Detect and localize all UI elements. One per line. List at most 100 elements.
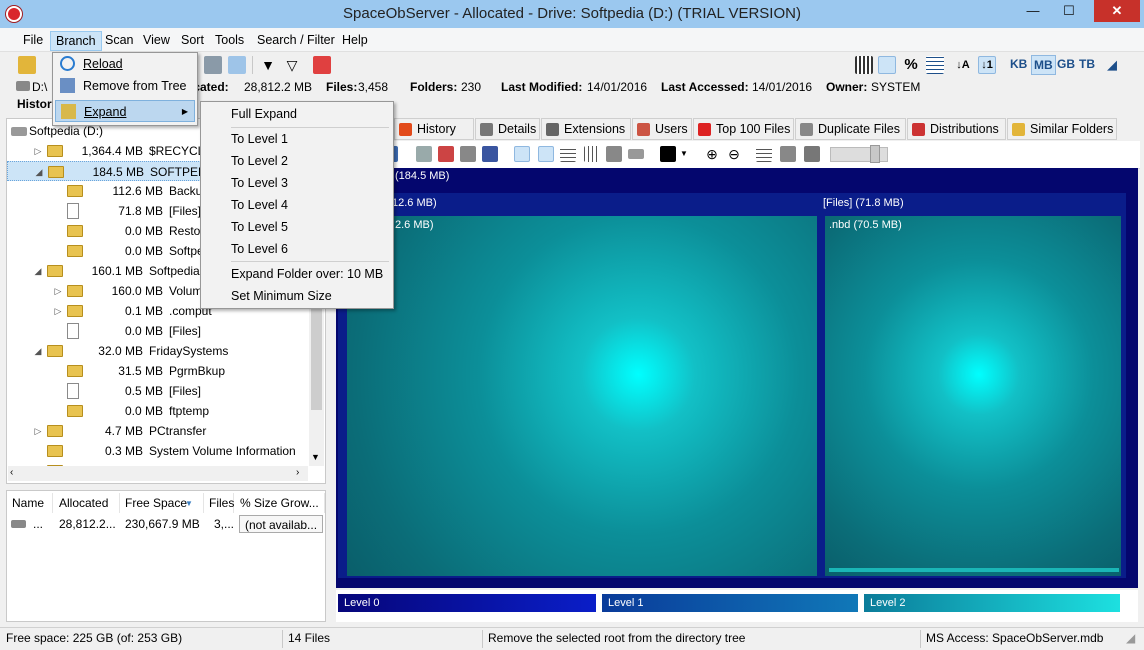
menu-help[interactable]: Help (337, 31, 373, 51)
print-map-icon[interactable] (460, 146, 476, 162)
menu-sort[interactable]: Sort (176, 31, 209, 51)
depth-slider-thumb[interactable] (870, 145, 880, 163)
tab-top-100-files[interactable]: Top 100 Files (693, 118, 794, 140)
flat-icon[interactable] (628, 149, 644, 159)
expand-arrow-icon[interactable]: ▷ (53, 281, 63, 301)
maximize-button[interactable]: ☐ (1052, 0, 1086, 22)
color-dropdown-icon[interactable]: ▼ (680, 149, 688, 158)
scroll-down-icon[interactable]: ▼ (311, 452, 320, 462)
color-picker-icon[interactable] (660, 146, 676, 162)
drive-icon (11, 127, 27, 136)
tab-similar-folders[interactable]: Similar Folders (1007, 118, 1117, 140)
menu-search-filter[interactable]: Search / Filter (252, 31, 340, 51)
tab-history[interactable]: History (394, 118, 474, 140)
unit-gb-button[interactable]: GB (1055, 55, 1077, 75)
tree-horizontal-scrollbar[interactable] (8, 466, 308, 481)
menu-expand[interactable]: Expand ▶ (55, 100, 195, 122)
close-button[interactable]: ✕ (1094, 0, 1140, 22)
tree-row[interactable]: ▷ 4.7 MB PCtransfer (7, 421, 311, 441)
3d-icon[interactable] (514, 146, 530, 162)
status-separator (282, 630, 283, 648)
print-icon[interactable] (204, 56, 222, 74)
tree-row[interactable]: 0.5 MB [Files] (7, 381, 311, 401)
menu-level-5[interactable]: To Level 5 (203, 216, 391, 238)
tree-row[interactable]: 0.3 MB System Volume Information (7, 441, 311, 461)
block-icon[interactable] (606, 146, 622, 162)
sort-az-icon[interactable]: ↓A (954, 56, 972, 74)
zoom-out-icon[interactable]: ⊖ (726, 146, 742, 162)
email-icon[interactable] (438, 146, 454, 162)
scroll-left-icon[interactable]: ‹ (10, 467, 13, 478)
expand-arrow-icon[interactable]: ▷ (33, 421, 43, 441)
zoom-in-icon[interactable]: ⊕ (704, 146, 720, 162)
tree-row[interactable]: 0.0 MB ftptemp (7, 401, 311, 421)
layout-icon[interactable] (538, 146, 554, 162)
tab-extensions[interactable]: Extensions (541, 118, 631, 140)
menu-scan[interactable]: Scan (100, 31, 139, 51)
collapse-arrow-icon[interactable]: ◢ (33, 261, 43, 281)
expand-submenu: Full Expand To Level 1 To Level 2 To Lev… (200, 101, 394, 309)
drive-icon[interactable] (878, 56, 896, 74)
tab-duplicate-files[interactable]: Duplicate Files (795, 118, 906, 140)
col-grow-header[interactable]: % Size Grow... (235, 493, 325, 513)
menu-level-1[interactable]: To Level 1 (203, 128, 391, 150)
menu-level-3[interactable]: To Level 3 (203, 172, 391, 194)
grid-icon[interactable] (926, 56, 944, 74)
unit-mb-button[interactable]: MB (1031, 55, 1056, 75)
list-icon[interactable] (756, 146, 772, 162)
expand-arrow-icon[interactable]: ▷ (53, 301, 63, 321)
col-name-header[interactable]: Name (7, 493, 53, 513)
tree-row[interactable]: 31.5 MB PgrmBkup (7, 361, 311, 381)
collapse-arrow-icon[interactable]: ◢ (34, 162, 44, 182)
bookmark-icon[interactable] (313, 56, 331, 74)
bars-icon[interactable] (855, 56, 873, 74)
checklist-icon[interactable] (228, 56, 246, 74)
tab-distributions[interactable]: Distributions (907, 118, 1006, 140)
status-free-space: Free space: 225 GB (of: 253 GB) (6, 631, 183, 645)
rows-icon[interactable] (560, 146, 576, 162)
menu-set-minimum-size[interactable]: Set Minimum Size (203, 285, 391, 307)
list-filter-icon[interactable] (780, 146, 796, 162)
collapse-arrow-icon[interactable]: ◢ (33, 341, 43, 361)
users-map-icon[interactable] (804, 146, 820, 162)
menu-expand-folder-over[interactable]: Expand Folder over: 10 MB (203, 263, 391, 285)
clear-filter-icon[interactable]: ▽ (283, 56, 301, 74)
col-allocated-header[interactable]: Allocated (54, 493, 120, 513)
resize-grip-icon[interactable]: ◢ (1126, 631, 1135, 645)
minimize-button[interactable]: — (1016, 0, 1050, 22)
menu-remove-from-tree[interactable]: Remove from Tree (55, 75, 195, 97)
expand-arrow-icon[interactable]: ▷ (33, 141, 43, 161)
chart-icon[interactable]: ◢ (1103, 56, 1121, 74)
unit-kb-button[interactable]: KB (1008, 55, 1029, 75)
menu-reload[interactable]: Reload (55, 53, 195, 75)
menu-branch[interactable]: Branch (50, 31, 102, 51)
treemap-block-nbd[interactable] (825, 216, 1121, 576)
menu-level-6[interactable]: To Level 6 (203, 238, 391, 260)
percent-icon[interactable]: % (902, 56, 920, 74)
filter-icon[interactable]: ▼ (259, 56, 277, 74)
cell-name[interactable]: ... (33, 515, 43, 533)
treemap-small-file[interactable] (829, 568, 1119, 572)
menu-tools[interactable]: Tools (210, 31, 249, 51)
menu-full-expand[interactable]: Full Expand (203, 103, 391, 125)
menu-level-2[interactable]: To Level 2 (203, 150, 391, 172)
tree-row[interactable]: 0.0 MB [Files] (7, 321, 311, 341)
columns-icon[interactable] (584, 146, 600, 162)
col-files-header[interactable]: Files (204, 493, 234, 513)
treemap-block-backups[interactable] (347, 216, 817, 576)
sort-size-icon[interactable]: ↓1 (978, 56, 996, 74)
menu-level-4[interactable]: To Level 4 (203, 194, 391, 216)
save-icon[interactable] (482, 146, 498, 162)
tab-users[interactable]: Users (632, 118, 692, 140)
cell-grow: (not availab... (239, 515, 324, 533)
scroll-right-icon[interactable]: › (296, 467, 299, 478)
menu-view[interactable]: View (138, 31, 175, 51)
copy-icon[interactable] (416, 146, 432, 162)
menu-file[interactable]: File (18, 31, 48, 51)
unit-tb-button[interactable]: TB (1077, 55, 1097, 75)
tab-details[interactable]: Details (475, 118, 540, 140)
open-folder-icon[interactable] (18, 56, 36, 74)
drive-list[interactable]: Name Allocated Free Space ▼ Files % Size… (6, 490, 326, 622)
details-icon (480, 123, 493, 136)
tree-row[interactable]: ◢ 32.0 MB FridaySystems (7, 341, 311, 361)
